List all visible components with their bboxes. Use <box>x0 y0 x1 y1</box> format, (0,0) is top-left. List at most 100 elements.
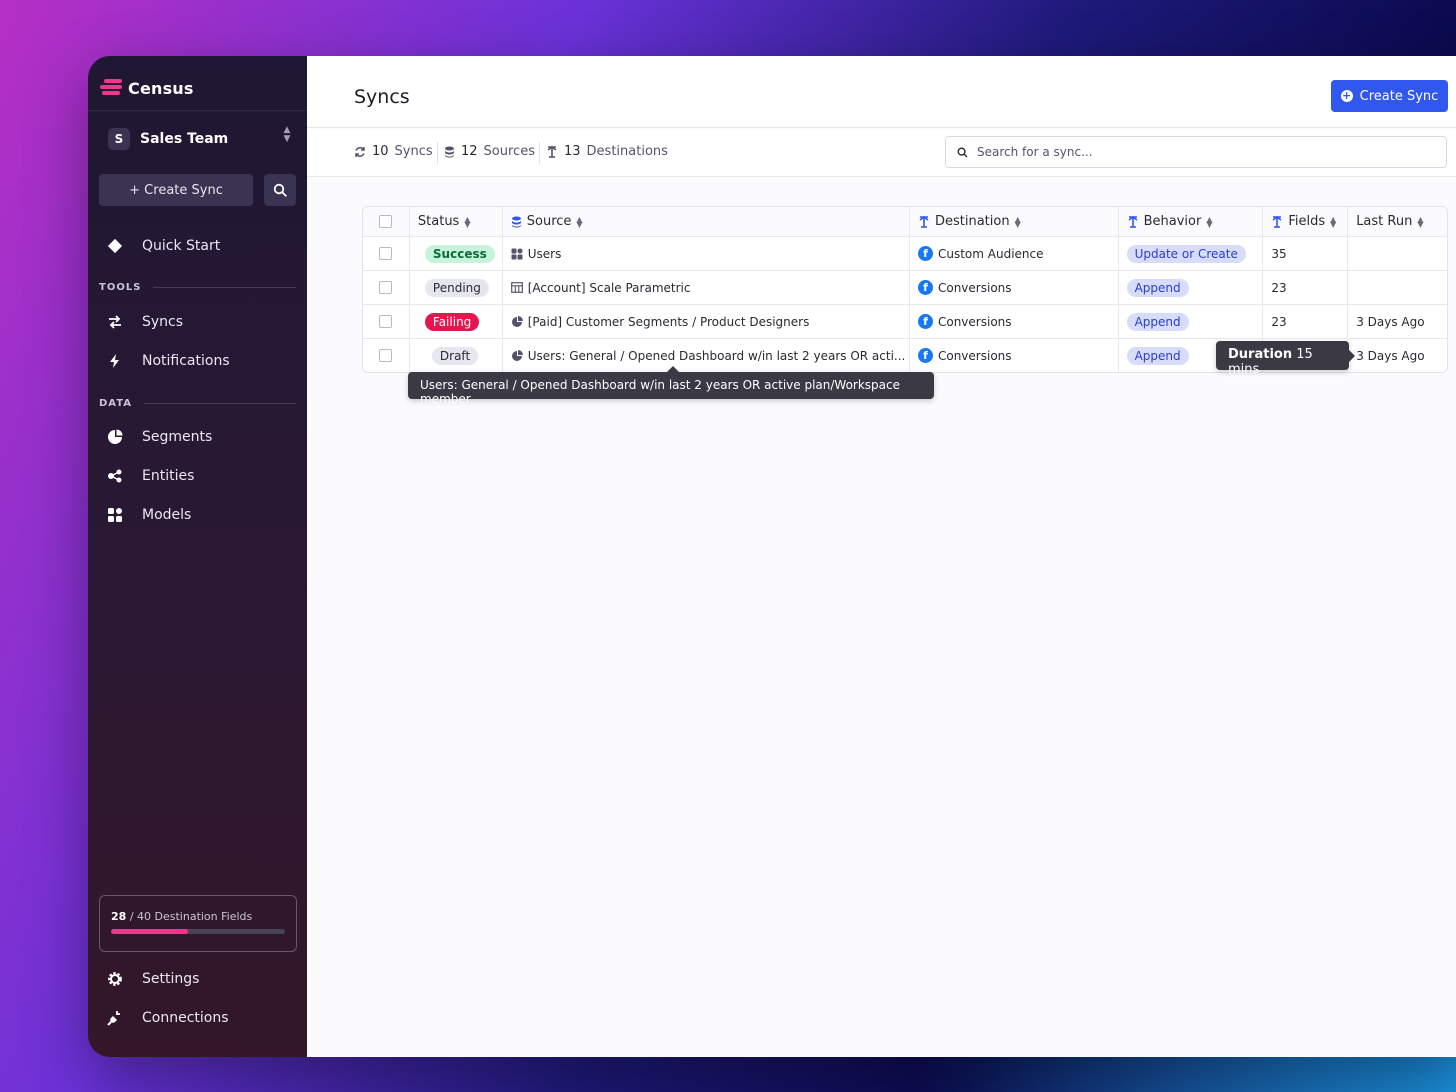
pie-icon <box>511 315 523 328</box>
sidebar-item-models[interactable]: Models <box>106 503 191 527</box>
stat-syncs-label: Syncs <box>394 144 433 159</box>
workspace-switcher[interactable]: S Sales Team ▲ ▼ <box>108 125 293 150</box>
stat-separator <box>539 142 540 164</box>
header-destination[interactable]: Destination ▲ ▼ <box>908 207 1118 236</box>
create-sync-button[interactable]: + Create Sync <box>1331 80 1448 112</box>
entities-icon <box>106 467 124 485</box>
table-row[interactable]: Success Users f Custom Audience Update or… <box>363 236 1447 270</box>
last-run: 3 Days Ago <box>1347 339 1447 372</box>
app-name: Census <box>128 78 194 98</box>
header-fields[interactable]: Fields ▲ ▼ <box>1262 207 1347 236</box>
table-row[interactable]: Failing [Paid] Customer Segments / Produ… <box>363 304 1447 338</box>
sidebar-item-label: Syncs <box>142 314 184 330</box>
destination-icon <box>547 145 557 158</box>
behavior-badge: Update or Create <box>1126 244 1246 263</box>
source-tooltip: Users: General / Opened Dashboard w/in l… <box>408 366 934 406</box>
sidebar-item-label: Settings <box>142 971 200 987</box>
grid-icon <box>511 248 523 260</box>
sidebar: Census S Sales Team ▲ ▼ + Create Sync Qui… <box>88 56 307 1057</box>
search-icon <box>273 183 287 197</box>
search-icon <box>957 146 968 157</box>
sidebar-search-button[interactable] <box>264 174 296 206</box>
sidebar-item-quick-start[interactable]: Quick Start <box>106 234 220 258</box>
data-section-label: DATA <box>99 398 296 409</box>
destination-name: Conversions <box>937 348 1012 363</box>
fields-count: 23 <box>1262 305 1347 338</box>
duration-label: Duration <box>1228 347 1293 362</box>
database-icon <box>511 216 522 228</box>
header-status[interactable]: Status ▲ ▼ <box>408 207 502 236</box>
stat-sources-label: Sources <box>483 144 535 159</box>
pie-icon <box>511 349 523 362</box>
last-run: 3 Days Ago <box>1347 305 1447 338</box>
sidebar-item-segments[interactable]: Segments <box>106 425 212 449</box>
source-name: Users <box>527 246 562 261</box>
database-icon <box>445 146 454 157</box>
sidebar-item-label: Notifications <box>142 353 230 369</box>
page-header: Syncs + Create Sync <box>307 56 1456 128</box>
sidebar-item-label: Connections <box>142 1010 229 1026</box>
header-last-run[interactable]: Last Run ▲ ▼ <box>1347 207 1447 236</box>
sidebar-item-syncs[interactable]: Syncs <box>106 310 183 334</box>
facebook-icon: f <box>917 348 933 363</box>
source-name: Users: General / Opened Dashboard w/in l… <box>527 348 906 363</box>
row-checkbox[interactable] <box>379 315 393 328</box>
bolt-icon <box>106 352 124 370</box>
sidebar-item-connections[interactable]: Connections <box>106 1006 229 1030</box>
chevron-up-down-icon: ▲ ▼ <box>283 125 291 144</box>
sidebar-item-settings[interactable]: Settings <box>106 967 199 991</box>
row-checkbox[interactable] <box>379 349 393 362</box>
destination-icon <box>1127 215 1139 228</box>
destination-name: Custom Audience <box>937 246 1044 261</box>
sort-icon: ▲ ▼ <box>1014 214 1021 229</box>
fields-count: 23 <box>1262 271 1347 304</box>
select-all-cell <box>363 207 409 236</box>
table-icon <box>510 282 523 293</box>
sidebar-item-label: Quick Start <box>142 238 221 254</box>
sidebar-item-label: Models <box>142 507 192 523</box>
select-all-checkbox[interactable] <box>379 215 393 228</box>
sidebar-item-label: Entities <box>142 468 195 484</box>
source-name: [Account] Scale Parametric <box>527 280 691 295</box>
stat-destinations[interactable]: 13 Destinations <box>546 144 668 159</box>
header-behavior[interactable]: Behavior ▲ ▼ <box>1117 207 1263 236</box>
sort-icon: ▲ ▼ <box>576 214 583 229</box>
search-input[interactable] <box>977 145 1417 159</box>
row-checkbox[interactable] <box>379 281 393 294</box>
sidebar-divider <box>88 110 307 111</box>
stat-sources-count: 12 <box>461 144 478 159</box>
status-badge: Pending <box>424 278 489 297</box>
last-run <box>1347 237 1447 270</box>
facebook-icon: f <box>917 246 933 261</box>
usage-used: 28 <box>111 910 127 923</box>
stat-destinations-count: 13 <box>564 144 581 159</box>
facebook-icon: f <box>917 280 933 295</box>
sidebar-item-notifications[interactable]: Notifications <box>106 349 230 373</box>
sidebar-item-entities[interactable]: Entities <box>106 464 194 488</box>
facebook-icon: f <box>917 314 933 329</box>
header-source[interactable]: Source ▲ ▼ <box>501 207 909 236</box>
sidebar-create-sync-button[interactable]: + Create Sync <box>99 174 253 206</box>
behavior-badge: Append <box>1126 346 1189 365</box>
usage-label: Destination Fields <box>154 910 253 923</box>
destination-icon <box>918 215 930 228</box>
status-badge: Failing <box>424 312 480 331</box>
plus-circle-icon: + <box>1340 89 1353 102</box>
table-row[interactable]: Pending [Account] Scale Parametric f Conv… <box>363 270 1447 304</box>
app-window: Census S Sales Team ▲ ▼ + Create Sync Qui… <box>88 56 1456 1057</box>
sync-search-box[interactable] <box>945 136 1447 168</box>
destination-name: Conversions <box>937 280 1012 295</box>
refresh-icon <box>355 146 365 157</box>
stat-sources[interactable]: 12 Sources <box>444 144 535 159</box>
gear-icon <box>106 970 124 988</box>
grid-icon <box>106 506 124 524</box>
arrows-swap-icon <box>106 313 124 331</box>
stat-syncs[interactable]: 10 Syncs <box>354 144 433 159</box>
census-logo[interactable]: Census <box>100 78 194 98</box>
census-logo-icon <box>100 78 122 98</box>
pie-icon <box>106 428 124 446</box>
source-name: [Paid] Customer Segments / Product Desig… <box>527 314 810 329</box>
sort-icon: ▲ ▼ <box>1417 214 1424 229</box>
status-badge: Draft <box>431 346 479 365</box>
row-checkbox[interactable] <box>379 247 393 260</box>
